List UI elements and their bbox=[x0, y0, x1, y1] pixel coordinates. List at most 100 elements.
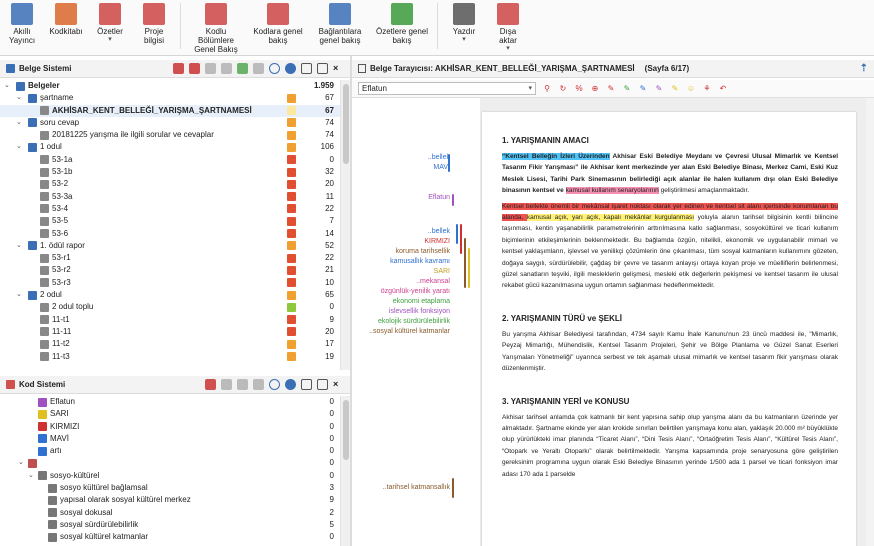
new-code-icon[interactable]: ⊕ bbox=[590, 84, 600, 94]
expand-toggle[interactable]: ⌄ bbox=[16, 141, 24, 153]
ribbon-button-9[interactable]: Dışa aktar ▾ bbox=[488, 3, 528, 52]
doc-tree-row[interactable]: 53-1a 0 bbox=[0, 154, 340, 166]
gear-icon[interactable] bbox=[285, 379, 296, 390]
margin-code-label[interactable]: KIRMIZI bbox=[424, 238, 450, 245]
emoji-icon[interactable]: ☺ bbox=[686, 84, 696, 94]
collapse-icon[interactable] bbox=[317, 379, 328, 390]
symbol-icon[interactable]: ⚘ bbox=[702, 84, 712, 94]
margin-code-label[interactable]: ..tarihsel katmansallık bbox=[383, 484, 450, 491]
doc-tree-row[interactable]: 53-4 22 bbox=[0, 203, 340, 215]
margin-code-bracket[interactable] bbox=[452, 478, 454, 498]
doc-tree-row[interactable]: ⌄ 1 odul 106 bbox=[0, 141, 340, 153]
doc-tree-row[interactable]: 11-t2 17 bbox=[0, 338, 340, 350]
code-tree-scrollbar[interactable] bbox=[340, 396, 350, 546]
margin-code-label[interactable]: SARI bbox=[434, 268, 450, 275]
expand-toggle[interactable]: ⌄ bbox=[16, 289, 24, 301]
search-icon[interactable] bbox=[269, 379, 280, 390]
expand-toggle[interactable]: ⌄ bbox=[28, 470, 36, 482]
margin-code-label[interactable]: ..sosyal kültürel katmanlar bbox=[369, 328, 450, 335]
code-select-dropdown[interactable]: Eflatun ▾ bbox=[358, 82, 536, 95]
ribbon-button-0[interactable]: Akıllı Yayıncı bbox=[2, 3, 42, 45]
close-icon[interactable]: × bbox=[333, 63, 344, 74]
code-tree-row[interactable]: sosyo kültürel bağlamsal 3 bbox=[0, 482, 340, 494]
expand-toggle[interactable]: ⌄ bbox=[4, 80, 12, 92]
yellow-pen-icon[interactable]: ✎ bbox=[670, 84, 680, 94]
margin-code-bracket[interactable] bbox=[452, 194, 454, 206]
window-icon[interactable] bbox=[301, 63, 312, 74]
search-icon[interactable] bbox=[269, 63, 280, 74]
collapse-icon[interactable] bbox=[317, 63, 328, 74]
doc-tree-scrollbar[interactable] bbox=[340, 80, 350, 370]
margin-code-label[interactable]: islevsellik fonksiyon bbox=[389, 308, 450, 315]
code-tree-row[interactable]: KIRMIZI 0 bbox=[0, 421, 340, 433]
green-pen-icon[interactable]: ✎ bbox=[622, 84, 632, 94]
coded-segment-yellow[interactable]: kamusal açık, yarı açık, kapalı mekânlar… bbox=[526, 214, 695, 222]
doc-tree-row[interactable]: 53-5 7 bbox=[0, 215, 340, 227]
doc-tree-row[interactable]: 2 odul toplu 0 bbox=[0, 301, 340, 313]
margin-code-label[interactable]: ..mekansal bbox=[416, 278, 450, 285]
margin-code-bracket[interactable] bbox=[464, 238, 466, 288]
code-sets-icon[interactable] bbox=[253, 379, 264, 390]
expand-toggle[interactable]: ⌄ bbox=[16, 117, 24, 129]
margin-code-label[interactable]: ekonomi etaplama bbox=[393, 298, 450, 305]
doc-sets-icon[interactable] bbox=[253, 63, 264, 74]
expand-toggle[interactable]: ⌄ bbox=[18, 457, 26, 469]
margin-code-label[interactable]: koruma tarihsellik bbox=[396, 248, 450, 255]
code-in-vivo-icon[interactable]: % bbox=[574, 84, 584, 94]
add-green-icon[interactable] bbox=[237, 63, 248, 74]
code-tree-row[interactable]: yapısal olarak sosyal kültürel merkez 9 bbox=[0, 494, 340, 506]
margin-code-label[interactable]: Eflatun bbox=[428, 194, 450, 201]
section-2-paragraph[interactable]: Bu yarışma Akhisar Belediyesi tarafından… bbox=[502, 329, 838, 375]
doc-tree-row[interactable]: 53-2 20 bbox=[0, 178, 340, 190]
section-1-paragraph-1[interactable]: “Kentsel Belleğin İzleri Üzerinden Akhis… bbox=[502, 151, 838, 197]
doc-tree-row[interactable]: ⌄ 1. ödül rapor 52 bbox=[0, 240, 340, 252]
expand-toggle[interactable]: ⌄ bbox=[16, 240, 24, 252]
code-tree-scroll-thumb[interactable] bbox=[343, 400, 349, 460]
doc-tree-scroll-thumb[interactable] bbox=[343, 84, 349, 164]
code-tree-row[interactable]: sosyal sürdürülebilirlik 5 bbox=[0, 519, 340, 531]
doc-tree-row[interactable]: 11-t3 19 bbox=[0, 351, 340, 363]
ribbon-button-1[interactable]: Kodkitabı bbox=[46, 3, 86, 36]
pin-icon[interactable]: ⇡ bbox=[860, 63, 868, 74]
red-pen-icon[interactable]: ✎ bbox=[606, 84, 616, 94]
import-icon[interactable] bbox=[189, 63, 200, 74]
doc-tree-row[interactable]: 53-r3 10 bbox=[0, 277, 340, 289]
document-icon[interactable] bbox=[221, 63, 232, 74]
copy-icon[interactable] bbox=[221, 379, 232, 390]
doc-scrollbar[interactable] bbox=[866, 98, 874, 546]
undo-icon[interactable]: ↶ bbox=[718, 84, 728, 94]
ribbon-button-7[interactable]: Özetlere genel bakış bbox=[373, 3, 431, 45]
doc-tree-row[interactable]: 53-r2 21 bbox=[0, 264, 340, 276]
margin-code-bracket[interactable] bbox=[448, 154, 450, 172]
code-tree-row[interactable]: artı 0 bbox=[0, 445, 340, 457]
doc-tree-row[interactable]: ⌄ Belgeler 1.959 bbox=[0, 80, 340, 92]
copy-icon[interactable] bbox=[205, 63, 216, 74]
code-text-icon[interactable]: ↻ bbox=[558, 84, 568, 94]
doc-tree-row[interactable]: ⌄ şartname 67 bbox=[0, 92, 340, 104]
ribbon-button-5[interactable]: Kodlara genel bakış bbox=[249, 3, 307, 45]
doc-tree-row[interactable]: 53-3a 11 bbox=[0, 191, 340, 203]
gear-icon[interactable] bbox=[285, 63, 296, 74]
doc-tree-row[interactable]: 53-6 14 bbox=[0, 228, 340, 240]
margin-code-label[interactable]: özgünlük-yenilik yaratı bbox=[381, 288, 450, 295]
code-tree-row[interactable]: sosyal dokusal 2 bbox=[0, 507, 340, 519]
margin-code-label[interactable]: ..bellek bbox=[428, 228, 450, 235]
coded-segment-pink[interactable]: kamusal kullanım senaryolarının bbox=[565, 187, 659, 195]
window-icon[interactable] bbox=[301, 379, 312, 390]
doc-tree-row[interactable]: 53-r1 22 bbox=[0, 252, 340, 264]
doc-tree-row[interactable]: AKHİSAR_KENT_BELLEĞİ_YARIŞMA_ŞARTNAMESİ 6… bbox=[0, 104, 340, 117]
section-1-paragraph-2[interactable]: Kentsel bellekte önemli bir mekânsal işa… bbox=[502, 201, 838, 292]
ribbon-button-3[interactable]: Proje bilgisi bbox=[134, 3, 174, 45]
code-tree-row[interactable]: MAVİ 0 bbox=[0, 433, 340, 445]
coded-segment-blue[interactable]: “Kentsel Belleğin İzleri Üzerinden bbox=[502, 153, 610, 160]
doc-tree-row[interactable]: 11-11 20 bbox=[0, 326, 340, 338]
ribbon-button-8[interactable]: Yazdır ▾ bbox=[444, 3, 484, 43]
new-code-icon[interactable] bbox=[205, 379, 216, 390]
close-icon[interactable]: × bbox=[333, 379, 344, 390]
new-doc-icon[interactable] bbox=[173, 63, 184, 74]
expand-toggle[interactable]: ⌄ bbox=[16, 92, 24, 104]
doc-tree-row[interactable]: 53-1b 32 bbox=[0, 166, 340, 178]
code-tree-row[interactable]: ⌄ 0 bbox=[0, 457, 340, 469]
code-tree-row[interactable]: ⌄ sosyo-kültürel 0 bbox=[0, 470, 340, 482]
margin-code-label[interactable]: ..bellek bbox=[428, 154, 450, 161]
